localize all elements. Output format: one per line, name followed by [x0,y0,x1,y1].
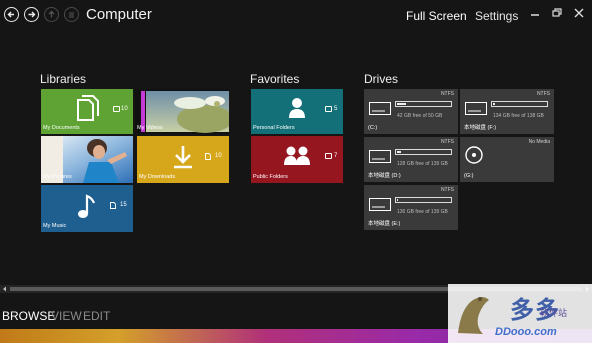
tile-count: 5 [334,106,338,112]
filesystem-label: NTFS [440,91,454,97]
drive-name: 本地磁盘 (D:) [368,173,401,179]
tab-edit[interactable]: EDIT [83,309,110,323]
library-tile-videos[interactable]: My Videos [135,89,229,134]
drives-heading: Drives [364,72,399,86]
folder-icon [325,106,332,112]
tile-count: 10 [121,106,128,112]
usage-bar [491,101,548,107]
full-screen-button[interactable]: Full Screen [406,9,467,23]
documents-icon [77,95,99,121]
drive-tile-g[interactable]: No Media (G:) [460,137,554,182]
folder-icon [113,106,120,112]
tile-label: Public Folders [253,174,288,180]
tile-label: Personal Folders [253,125,295,131]
tab-browse[interactable]: BROWSE [2,309,55,323]
drive-tile-e[interactable]: NTFS 136 GB free of 139 GB 本地磁盘 (E:) [364,185,458,230]
forward-button[interactable] [24,7,39,22]
drive-name: (G:) [464,173,474,179]
filesystem-label: NTFS [440,139,454,145]
hard-drive-icon [369,102,391,115]
settings-button[interactable]: Settings [475,9,518,23]
library-tile-music[interactable]: 15 My Music [41,185,133,232]
person-icon [289,98,305,118]
hard-drive-icon [369,198,391,211]
library-tile-downloads[interactable]: 10 My Downloads [137,136,229,183]
tile-label: My Pictures [43,174,72,180]
usage-text: 42 GB free of 50 GB [397,113,443,119]
media-status-label: No Media [528,139,550,145]
usage-text: 128 GB free of 139 GB [397,161,448,167]
page-title: Computer [86,6,152,23]
menu-icon [69,12,74,18]
minimize-icon[interactable] [528,6,542,20]
tile-count: 10 [215,153,222,159]
restore-icon[interactable] [550,6,564,20]
watermark-subtitle: 软件站 [540,308,568,318]
drive-name: 本地磁盘 (F:) [464,125,497,131]
tab-view[interactable]: VIEW [51,309,82,323]
back-button[interactable] [4,7,19,22]
filesystem-label: NTFS [440,187,454,193]
optical-drive-icon [465,146,483,164]
watermark-domain: DDooo.com [495,326,557,338]
forward-arrow-icon [28,11,36,18]
drive-tile-d[interactable]: NTFS 128 GB free of 139 GB 本地磁盘 (D:) [364,137,458,182]
people-icon [284,146,310,165]
drive-tile-c[interactable]: NTFS 42 GB free of 50 GB (C:) [364,89,458,134]
watermark-logo [458,297,489,334]
tile-label: My Documents [43,125,80,131]
usage-bar [395,197,452,203]
favorites-heading: Favorites [250,72,300,86]
tile-label: My Music [43,223,67,229]
drive-name: 本地磁盘 (E:) [368,221,401,227]
tile-count: 7 [334,153,338,159]
filesystem-label: NTFS [536,91,550,97]
favorite-tile-personal[interactable]: 5 Personal Folders [251,89,343,134]
history-button[interactable] [64,7,79,22]
favorite-tile-public[interactable]: 7 Public Folders [251,136,343,183]
close-icon[interactable] [572,6,586,20]
usage-text: 136 GB free of 139 GB [397,209,448,215]
usage-bar [395,149,452,155]
usage-text: 134 GB free of 138 GB [493,113,544,119]
download-icon [174,146,192,169]
library-tile-pictures[interactable]: My Pictures [41,136,133,183]
back-arrow-icon [7,11,14,18]
tile-label: My Downloads [139,174,176,180]
hard-drive-icon [369,150,391,163]
up-arrow-icon [48,10,55,18]
file-icon [110,202,116,209]
folder-icon [325,153,332,159]
music-note-icon [78,194,96,218]
tile-count: 15 [120,202,127,208]
tile-label: My Videos [137,125,163,131]
drive-tile-f[interactable]: NTFS 134 GB free of 138 GB 本地磁盘 (F:) [460,89,554,134]
up-button[interactable] [44,7,59,22]
library-tile-documents[interactable]: 10 My Documents [41,89,133,134]
file-icon [205,153,211,160]
hard-drive-icon [465,102,487,115]
usage-bar [395,101,452,107]
drive-name: (C:) [368,125,378,131]
libraries-heading: Libraries [40,72,87,86]
scroll-left-icon[interactable] [2,286,7,292]
